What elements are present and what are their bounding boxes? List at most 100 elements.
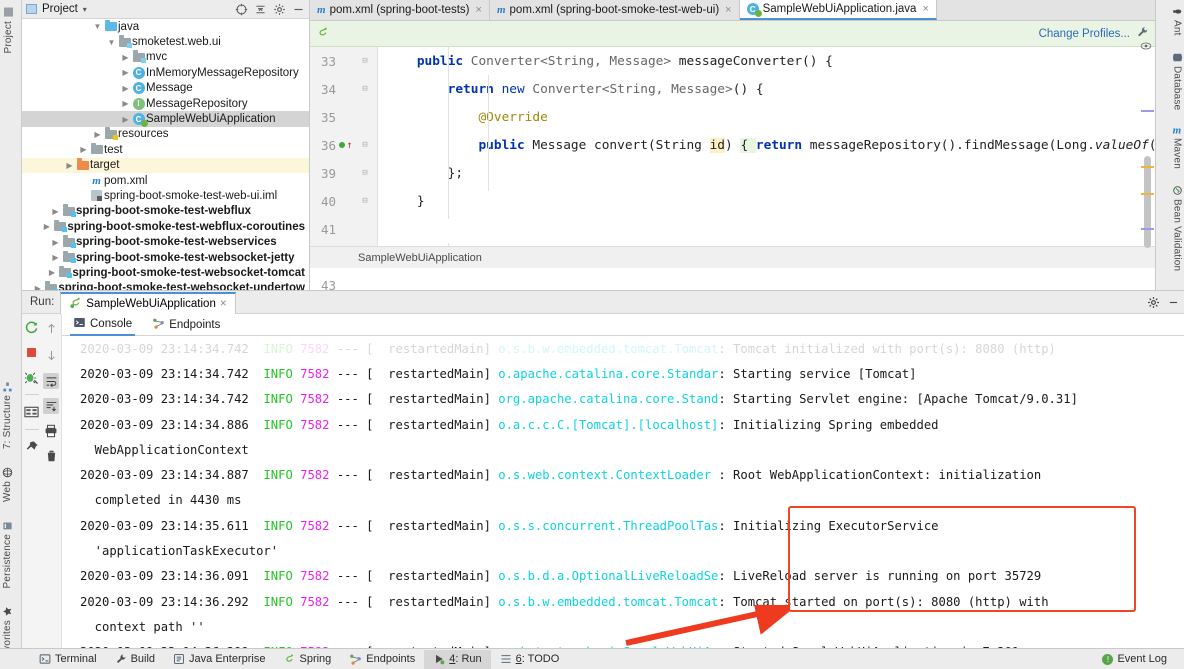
console-output[interactable]: 2020-03-09 23:14:34.742 INFO 7582 --- [ … <box>62 336 1174 648</box>
minimize-icon[interactable] <box>1166 295 1180 309</box>
console-tab-endpoints[interactable]: Endpoints <box>149 315 223 335</box>
gutter-line[interactable]: 39 ⊟ <box>310 159 377 187</box>
tree-item[interactable]: spring-boot-smoke-test-web-ui.iml <box>22 188 309 203</box>
tree-toggle-right-icon[interactable]: ▶ <box>92 130 103 139</box>
console-tab-console[interactable]: Console <box>70 314 136 336</box>
tree-toggle-right-icon[interactable]: ▶ <box>46 268 57 277</box>
status-item-6-todo[interactable]: 6: TODO <box>491 650 569 669</box>
scroll-to-end-icon[interactable] <box>43 398 60 414</box>
close-icon[interactable]: × <box>922 3 928 15</box>
tree-item[interactable]: ▶ C Message <box>22 81 309 96</box>
tree-item[interactable]: ▶ C SampleWebUiApplication <box>22 111 309 128</box>
print-icon[interactable] <box>43 423 59 439</box>
override-arrow-icon[interactable]: ↑ <box>346 140 352 151</box>
scroll-down-icon[interactable] <box>43 346 59 364</box>
tree-item[interactable]: ▶ C InMemoryMessageRepository <box>22 65 309 80</box>
sidebar-item-bean-validation[interactable]: Bean Validation <box>1172 181 1183 275</box>
project-tree[interactable]: ▼ java ▼ smoketest.web.ui ▶ mvc ▶ C InMemoryMess… <box>22 19 309 290</box>
tree-item[interactable]: ▶ spring-boot-smoke-test-websocket-undert… <box>22 281 309 290</box>
fold-toggle-icon[interactable]: ⊟ <box>356 84 374 94</box>
sidebar-item-persistence[interactable]: Persistence <box>2 516 13 592</box>
tree-toggle-right-icon[interactable]: ▶ <box>120 53 131 62</box>
chevron-down-icon[interactable]: ▾ <box>83 5 87 14</box>
status-item-terminal[interactable]: Terminal <box>30 650 106 669</box>
editor-tab[interactable]: m pom.xml (spring-boot-smoke-test-web-ui)… <box>489 0 740 20</box>
gear-icon[interactable] <box>272 2 286 16</box>
editor-tab[interactable]: C SampleWebUiApplication.java × <box>739 0 937 20</box>
tree-item[interactable]: ▶ spring-boot-smoke-test-webflux <box>22 204 309 219</box>
status-item-4-run[interactable]: 4: Run <box>424 649 491 669</box>
breadcrumb[interactable]: SampleWebUiApplication <box>310 246 1155 268</box>
close-icon[interactable]: × <box>725 4 731 16</box>
editor-tab[interactable]: m pom.xml (spring-boot-tests) × <box>310 0 490 20</box>
implemented-method-icon[interactable] <box>339 142 346 148</box>
tree-toggle-right-icon[interactable]: ▶ <box>120 115 131 124</box>
tree-item[interactable]: ▶ spring-boot-smoke-test-webflux-coroutin… <box>22 219 309 234</box>
close-icon[interactable]: × <box>476 4 482 16</box>
gutter-line[interactable]: 35 <box>310 103 377 131</box>
soft-wrap-icon[interactable] <box>43 373 60 389</box>
minimize-icon[interactable] <box>291 2 305 16</box>
tree-toggle-down-icon[interactable]: ▼ <box>106 38 117 47</box>
tree-toggle-down-icon[interactable]: ▼ <box>92 22 103 31</box>
eye-icon[interactable] <box>1140 40 1152 52</box>
tree-toggle-right-icon[interactable]: ▶ <box>41 222 52 231</box>
tree-toggle-right-icon[interactable]: ▶ <box>120 99 131 108</box>
tree-item[interactable]: ▶ spring-boot-smoke-test-webservices <box>22 234 309 249</box>
tree-toggle-right-icon[interactable]: ▶ <box>50 253 61 262</box>
run-configuration-tab[interactable]: SampleWebUiApplication × <box>60 291 236 314</box>
tree-item[interactable]: ▶ spring-boot-smoke-test-websocket-jetty <box>22 250 309 265</box>
status-item-build[interactable]: Build <box>106 650 164 669</box>
sidebar-item-7-structure[interactable]: 7: Structure <box>2 377 13 453</box>
rerun-icon[interactable] <box>24 319 40 335</box>
editor-scrollbar-thumb[interactable] <box>1144 156 1151 248</box>
tree-toggle-right-icon[interactable]: ▶ <box>50 238 61 247</box>
editor-code[interactable]: public Converter<String, Message> messag… <box>378 47 1155 268</box>
debug-attach-icon[interactable] <box>24 369 40 385</box>
tree-item[interactable]: m pom.xml <box>22 173 309 188</box>
gutter-line[interactable]: 34 ⊟ <box>310 75 377 103</box>
fold-toggle-icon[interactable]: ⊟ <box>356 140 374 150</box>
collapse-all-icon[interactable] <box>253 2 267 16</box>
gutter-line[interactable]: 33 ⊟ <box>310 47 377 75</box>
tree-toggle-right-icon[interactable]: ▶ <box>120 84 131 93</box>
pin-icon[interactable] <box>24 439 40 455</box>
stop-icon[interactable] <box>24 344 40 360</box>
tree-toggle-right-icon[interactable]: ▶ <box>120 68 131 77</box>
gutter-line[interactable]: 40 ⊟ <box>310 187 377 215</box>
tree-item[interactable]: ▼ smoketest.web.ui <box>22 34 309 49</box>
status-item-endpoints[interactable]: Endpoints <box>340 650 424 669</box>
tree-toggle-right-icon[interactable]: ▶ <box>64 161 75 170</box>
status-item-spring[interactable]: Spring <box>274 650 340 669</box>
gutter-line[interactable]: 41 <box>310 215 377 243</box>
tree-item[interactable]: ▶ resources <box>22 127 309 142</box>
tree-item[interactable]: ▶ mvc <box>22 50 309 65</box>
tree-item[interactable]: ▶ spring-boot-smoke-test-websocket-tomcat <box>22 265 309 280</box>
tree-item[interactable]: ▶ target <box>22 157 309 173</box>
sidebar-item-database[interactable]: Database <box>1172 48 1183 114</box>
fold-toggle-icon[interactable]: ⊟ <box>356 196 374 206</box>
tree-toggle-right-icon[interactable]: ▶ <box>78 145 89 154</box>
tree-toggle-right-icon[interactable]: ▶ <box>50 207 61 216</box>
status-item-java-enterprise[interactable]: Java Enterprise <box>164 650 274 669</box>
sidebar-item-project[interactable]: Project <box>3 4 14 58</box>
gutter-line[interactable]: 36 ↑ ⊟ <box>310 131 377 159</box>
scroll-up-icon[interactable] <box>43 319 59 337</box>
editor-gutter[interactable]: 33⊟34⊟3536↑⊟39⊟40⊟4142▶⊟4344⊟45 <box>310 47 378 340</box>
layout-icon[interactable] <box>24 404 40 420</box>
event-log-button[interactable]: ! Event Log <box>1093 650 1176 669</box>
code-editor[interactable]: 33⊟34⊟3536↑⊟39⊟40⊟4142▶⊟4344⊟45 public C… <box>310 47 1155 340</box>
sidebar-item-ant[interactable]: Ant <box>1172 2 1183 40</box>
fold-toggle-icon[interactable]: ⊟ <box>356 168 374 178</box>
change-profiles-link[interactable]: Change Profiles... <box>1039 28 1130 40</box>
tree-item[interactable]: ▶ I MessageRepository <box>22 96 309 111</box>
tree-item[interactable]: ▼ java <box>22 19 309 34</box>
fold-toggle-icon[interactable]: ⊟ <box>356 56 374 66</box>
close-icon[interactable]: × <box>220 298 227 310</box>
sidebar-item-web[interactable]: Web <box>2 463 13 506</box>
sidebar-item-maven[interactable]: m Maven <box>1171 122 1183 173</box>
tree-item[interactable]: ▶ test <box>22 142 309 157</box>
trash-icon[interactable] <box>43 448 59 464</box>
locate-icon[interactable] <box>234 2 248 16</box>
gear-icon[interactable] <box>1146 295 1160 309</box>
